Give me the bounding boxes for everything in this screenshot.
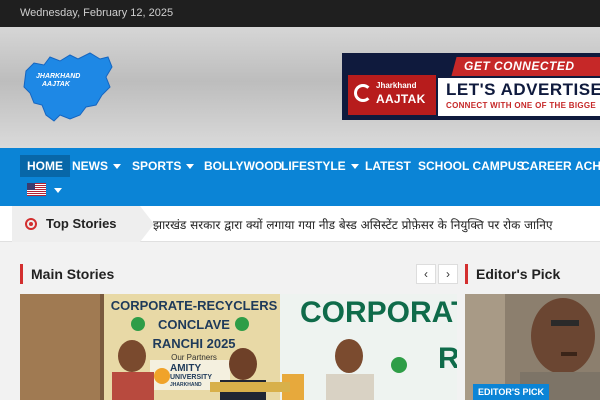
- ad-brand-line2: AAJTAK: [376, 92, 426, 106]
- banner-text-2: CORPORATE-: [300, 296, 457, 329]
- top-bar: Wednesday, February 12, 2025: [0, 0, 600, 27]
- editors-pick-badge[interactable]: EDITOR'S PICK: [473, 384, 549, 400]
- language-chevron-down-icon[interactable]: [54, 188, 62, 193]
- nav-item-school-campus[interactable]: SCHOOL CAMPUS: [418, 155, 524, 177]
- ad-ribbon-text: GET CONNECTED: [464, 59, 575, 73]
- prev-slide-button[interactable]: ‹: [416, 264, 436, 284]
- nav-item-news[interactable]: NEWS: [72, 155, 121, 177]
- ad-brand-line1: Jharkhand: [376, 81, 417, 90]
- chevron-right-icon: ›: [446, 267, 450, 281]
- nav-item-home[interactable]: HOME: [20, 155, 70, 177]
- ad-brand-block: Jharkhand AAJTAK: [348, 75, 436, 115]
- sponsor-logo-text: AMITY UNIVERSITY JHARKHAND: [170, 363, 213, 389]
- main-navigation: HOME NEWS SPORTS BOLLYWOOD LIFESTYLE LAT…: [0, 148, 600, 206]
- current-date: Wednesday, February 12, 2025: [20, 7, 174, 19]
- main-story-image[interactable]: CORPORATE-RECYCLERS CONCLAVE RANCHI 2025…: [20, 294, 457, 400]
- editors-pick-title: Editor's Pick: [465, 264, 560, 284]
- top-stories-ticker: Top Stories झारखंड सरकार द्वारा क्यों लग…: [0, 206, 600, 242]
- nav-item-lifestyle[interactable]: LIFESTYLE: [281, 155, 359, 177]
- nav-item-career[interactable]: CAREER: [521, 155, 572, 177]
- ticker-label: Top Stories: [46, 216, 117, 231]
- ad-headline: LET'S ADVERTISE: [446, 80, 600, 99]
- banner-text-2-partial: R: [438, 342, 457, 375]
- site-header: JHARKHAND AAJTAK Jharkhand AAJTAK GET CO…: [0, 27, 600, 148]
- chevron-down-icon: [350, 164, 359, 170]
- logo-text: JHARKHAND AAJTAK: [36, 73, 81, 88]
- nav-item-bollywood[interactable]: BOLLYWOOD: [204, 155, 282, 177]
- chevron-down-icon: [113, 164, 121, 170]
- chevron-left-icon: ‹: [424, 267, 428, 281]
- nav-item-achievers[interactable]: ACH: [575, 155, 600, 177]
- main-stories-title: Main Stories: [20, 264, 114, 284]
- aajtak-logo-icon: [354, 84, 372, 102]
- chevron-down-icon: [186, 164, 195, 170]
- next-slide-button[interactable]: ›: [438, 264, 458, 284]
- site-logo[interactable]: JHARKHAND AAJTAK: [20, 49, 115, 124]
- us-flag-icon[interactable]: [27, 183, 46, 196]
- nav-item-sports[interactable]: SPORTS: [132, 155, 195, 177]
- ad-subline: CONNECT WITH ONE OF THE BIGGE: [446, 101, 597, 110]
- live-dot-icon: [25, 218, 37, 230]
- banner-text-1: CORPORATE-RECYCLERS CONCLAVE RANCHI 2025…: [110, 298, 278, 362]
- advertise-banner[interactable]: Jharkhand AAJTAK GET CONNECTED LET'S ADV…: [342, 53, 600, 120]
- nav-item-latest[interactable]: LATEST: [365, 155, 411, 177]
- ticker-headline[interactable]: झारखंड सरकार द्वारा क्यों लगाया गया नीड …: [153, 216, 553, 233]
